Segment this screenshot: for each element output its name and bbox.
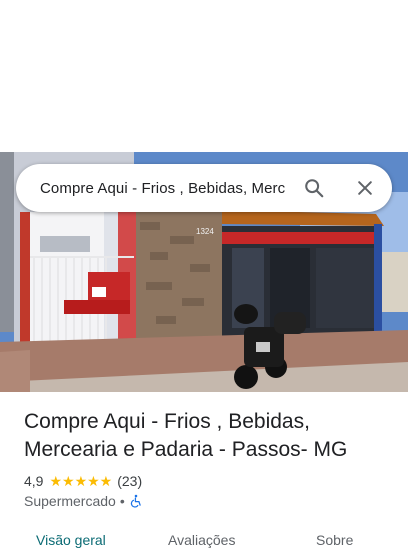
search-input[interactable]: Compre Aqui - Frios , Bebidas, Merc xyxy=(40,180,288,197)
category-label: Supermercado xyxy=(24,493,116,509)
search-bar[interactable]: Compre Aqui - Frios , Bebidas, Merc xyxy=(16,164,392,212)
review-count[interactable]: (23) xyxy=(117,473,142,489)
rating-row[interactable]: 4,9 ★★★★★ (23) xyxy=(24,472,142,490)
place-tabs: Visão geral Avaliações Sobre xyxy=(0,528,408,548)
close-icon[interactable] xyxy=(353,176,377,200)
tab-overview[interactable]: Visão geral xyxy=(36,532,106,548)
wheelchair-icon xyxy=(129,494,143,508)
storefront-number: 1324 xyxy=(196,227,214,236)
tab-about[interactable]: Sobre xyxy=(316,532,353,548)
rating-value: 4,9 xyxy=(24,473,44,489)
search-icon[interactable] xyxy=(302,176,326,200)
place-title: Compre Aqui - Frios , Bebidas, Mercearia… xyxy=(24,410,348,461)
star-rating-icon: ★★★★★ xyxy=(49,472,113,489)
tab-reviews[interactable]: Avaliações xyxy=(168,532,235,548)
category-row: Supermercado • xyxy=(24,492,143,510)
separator-dot: • xyxy=(119,493,125,509)
